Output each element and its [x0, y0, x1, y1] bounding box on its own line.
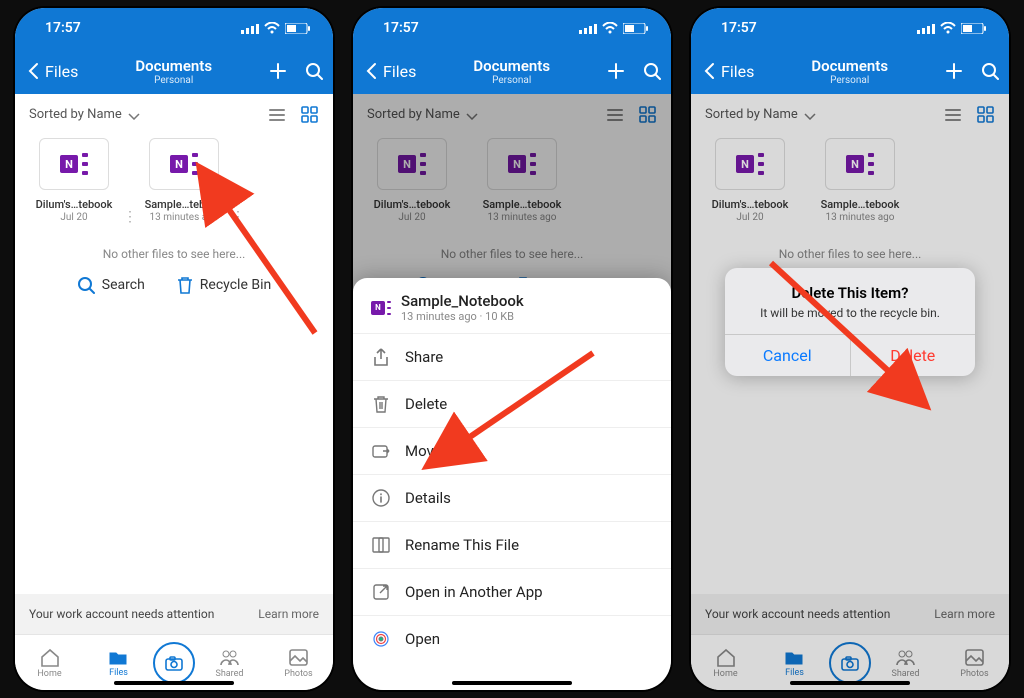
- trash-icon: [371, 394, 391, 414]
- search-icon: [77, 276, 95, 294]
- tab-files[interactable]: Files: [760, 648, 829, 678]
- learn-more-link[interactable]: Learn more: [934, 607, 995, 621]
- tab-photos[interactable]: Photos: [940, 647, 1009, 679]
- search-button[interactable]: [643, 62, 661, 80]
- file-more-button[interactable]: ⋮: [231, 209, 245, 225]
- delete-alert: Delete This Item? It will be moved to th…: [725, 268, 975, 376]
- screen-2-action-sheet: 17:57 Files DocumentsPersonal Sorted by …: [353, 8, 671, 690]
- add-button[interactable]: [269, 62, 287, 80]
- tab-camera[interactable]: [829, 642, 871, 684]
- sheet-open-other[interactable]: Open in Another App: [353, 568, 671, 615]
- nav-title: Documents Personal: [78, 57, 269, 86]
- delete-button[interactable]: Delete: [851, 335, 976, 376]
- sort-button[interactable]: Sorted by Name: [705, 107, 816, 122]
- file-grid: N Dilum's…tebook Jul 20 N Sample…tebook …: [15, 134, 333, 594]
- sheet-delete[interactable]: Delete: [353, 380, 671, 427]
- add-button[interactable]: [607, 62, 625, 80]
- screen-3-delete-alert: 17:57 Files DocumentsPersonal Sorted by …: [691, 8, 1009, 690]
- grid-view-button[interactable]: [300, 105, 319, 124]
- sheet-rename[interactable]: Rename This File: [353, 521, 671, 568]
- list-view-button[interactable]: [267, 105, 286, 124]
- sort-button[interactable]: Sorted by Name: [29, 107, 140, 122]
- cancel-button[interactable]: Cancel: [725, 335, 851, 376]
- grid-view-button[interactable]: [976, 105, 995, 124]
- status-time: 17:57: [45, 20, 81, 36]
- home-indicator: [790, 681, 910, 685]
- recycle-action[interactable]: Recycle Bin: [175, 275, 271, 295]
- tab-shared[interactable]: Shared: [871, 647, 940, 679]
- action-sheet: N Sample_Notebook 13 minutes ago · 10 KB…: [353, 278, 671, 690]
- status-bar: 17:57: [15, 8, 333, 48]
- open-icon: [371, 629, 391, 649]
- open-external-icon: [371, 582, 391, 602]
- onenote-icon: N: [60, 150, 88, 178]
- back-label: Files: [45, 62, 78, 81]
- chevron-down-icon: [126, 108, 140, 120]
- alert-title: Delete This Item?: [739, 284, 961, 302]
- onenote-icon: N: [170, 150, 198, 178]
- tab-shared[interactable]: Shared: [195, 647, 264, 679]
- alert-message: It will be moved to the recycle bin.: [739, 306, 961, 320]
- list-view-button[interactable]: [605, 105, 624, 124]
- learn-more-link[interactable]: Learn more: [258, 607, 319, 621]
- tab-camera[interactable]: [153, 642, 195, 684]
- battery-icon: [285, 23, 311, 34]
- move-icon: [371, 441, 391, 461]
- screen-1-files-grid: 17:57 Files Documents Personal Sorted by…: [15, 8, 333, 690]
- share-icon: [371, 347, 391, 367]
- chevron-left-icon: [25, 61, 43, 81]
- sheet-move[interactable]: Move: [353, 427, 671, 474]
- home-indicator: [452, 681, 572, 685]
- sort-row: Sorted by Name: [15, 94, 333, 134]
- wifi-icon: [264, 22, 280, 34]
- file-item[interactable]: N Dilum's…tebook Jul 20: [29, 138, 119, 223]
- signal-icon: [241, 23, 259, 34]
- tab-photos[interactable]: Photos: [264, 647, 333, 679]
- status-icons: [241, 22, 311, 34]
- sheet-header: N Sample_Notebook 13 minutes ago · 10 KB: [353, 278, 671, 333]
- search-button[interactable]: [981, 62, 999, 80]
- search-action[interactable]: Search: [77, 275, 145, 295]
- empty-message: No other files to see here...: [29, 247, 319, 261]
- onenote-icon: N: [371, 298, 391, 318]
- info-icon: [371, 488, 391, 508]
- nav-bar: Files Documents Personal: [15, 48, 333, 94]
- grid-view-button[interactable]: [638, 105, 657, 124]
- tab-home[interactable]: Home: [691, 647, 760, 679]
- home-indicator: [114, 681, 234, 685]
- list-view-button[interactable]: [943, 105, 962, 124]
- sheet-details[interactable]: Details: [353, 474, 671, 521]
- tab-files[interactable]: Files: [84, 648, 153, 678]
- back-button[interactable]: Files: [25, 61, 78, 81]
- attention-banner: Your work account needs attention Learn …: [15, 594, 333, 634]
- add-button[interactable]: [945, 62, 963, 80]
- sheet-open[interactable]: Open: [353, 615, 671, 662]
- rename-icon: [371, 535, 391, 555]
- file-more-button[interactable]: ⋮: [123, 209, 137, 225]
- search-button[interactable]: [305, 62, 323, 80]
- trash-icon: [175, 275, 193, 295]
- tab-home[interactable]: Home: [15, 647, 84, 679]
- back-button[interactable]: Files: [363, 61, 416, 81]
- sheet-share[interactable]: Share: [353, 333, 671, 380]
- back-button[interactable]: Files: [701, 61, 754, 81]
- file-item[interactable]: N Sample…tebook 13 minutes ago: [139, 138, 229, 223]
- sort-button[interactable]: Sorted by Name: [367, 107, 478, 122]
